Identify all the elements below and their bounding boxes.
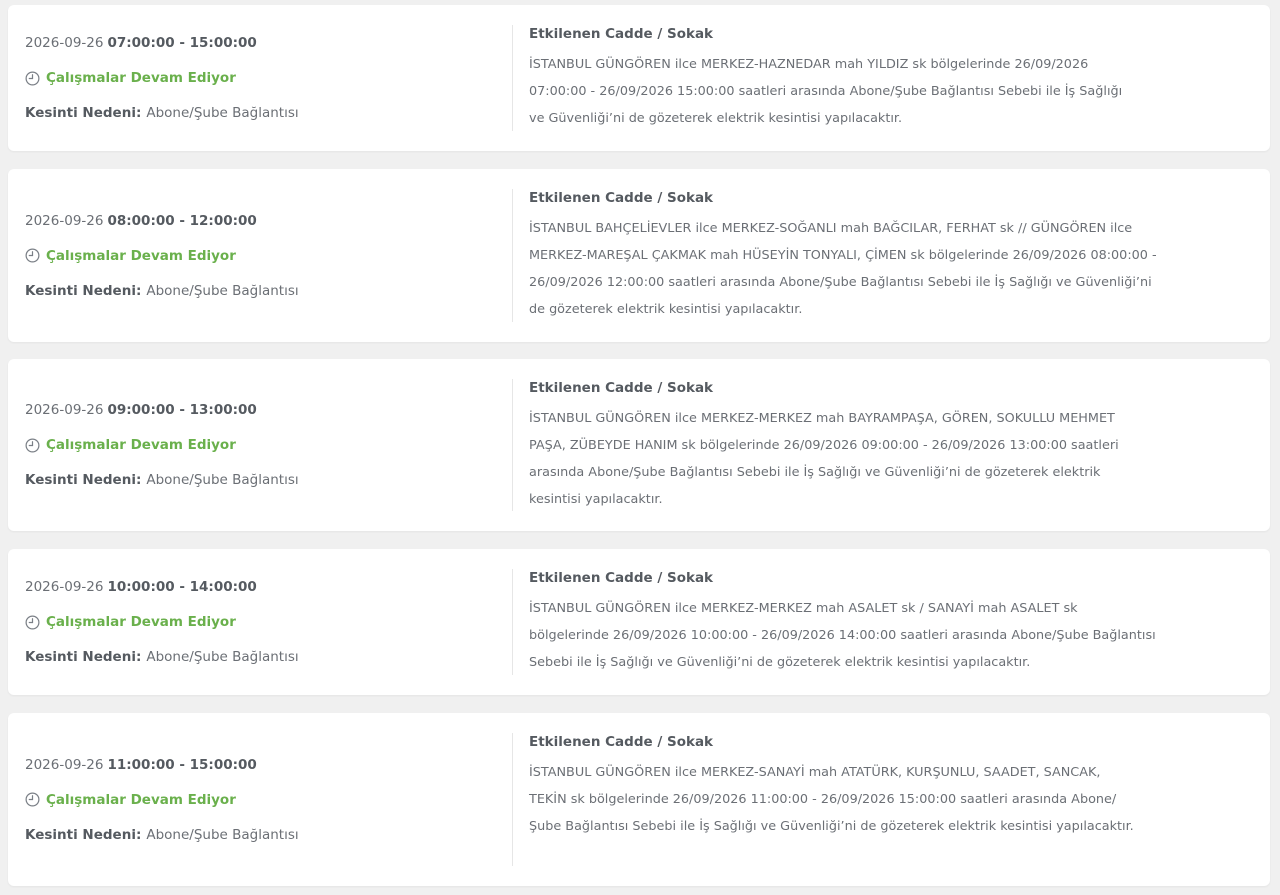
outage-datetime: 2026-09-26 11:00:00 - 15:00:00 <box>25 747 299 782</box>
clock-icon <box>25 792 40 807</box>
outage-reason-label: Kesinti Nedeni: <box>25 105 142 121</box>
outage-status: Çalışmalar Devam Ediyor <box>46 791 236 808</box>
outage-time-range: 09:00:00 - 13:00:00 <box>107 402 257 418</box>
clock-icon <box>25 248 40 263</box>
outage-reason-label: Kesinti Nedeni: <box>25 649 142 665</box>
outage-status-row: Çalışmalar Devam Ediyor <box>25 782 299 817</box>
outage-date: 2026-09-26 <box>25 402 104 418</box>
clock-icon <box>25 71 40 85</box>
affected-streets-title: Etkilenen Cadde / Sokak <box>529 190 714 206</box>
outage-status-row: Çalışmalar Devam Ediyor <box>25 238 299 273</box>
outage-reason-row: Kesinti Nedeni: Abone/Şube Bağlantısı <box>25 640 299 675</box>
outage-reason: Abone/Şube Bağlantısı <box>146 472 299 488</box>
affected-streets-title: Etkilenen Cadde / Sokak <box>529 570 714 586</box>
outage-summary: 2026-09-26 08:00:00 - 12:00:00 Çalışmala… <box>25 169 299 342</box>
outage-time-range: 07:00:00 - 15:00:00 <box>107 35 257 51</box>
outage-date: 2026-09-26 <box>25 35 104 51</box>
affected-streets-title: Etkilenen Cadde / Sokak <box>529 380 714 396</box>
clock-icon <box>25 615 40 629</box>
outage-status: Çalışmalar Devam Ediyor <box>46 437 236 453</box>
affected-streets: Etkilenen Cadde / Sokak İSTANBUL GÜNGÖRE… <box>529 379 1169 513</box>
card-divider <box>512 569 513 675</box>
outage-reason: Abone/Şube Bağlantısı <box>146 649 299 665</box>
affected-streets: Etkilenen Cadde / Sokak İSTANBUL BAHÇELİ… <box>529 189 1169 323</box>
outage-time-range: 10:00:00 - 14:00:00 <box>107 579 257 595</box>
card-divider <box>512 379 513 511</box>
affected-streets-description: İSTANBUL GÜNGÖREN ilce MERKEZ-SANAYİ mah… <box>529 765 1134 834</box>
affected-streets-description: İSTANBUL GÜNGÖREN ilce MERKEZ-HAZNEDAR m… <box>529 57 1123 126</box>
affected-streets-description: İSTANBUL GÜNGÖREN ilce MERKEZ-MERKEZ mah… <box>529 601 1156 670</box>
outage-list: 2026-09-26 07:00:00 - 15:00:00 Çalışmala… <box>0 0 1280 895</box>
outage-reason-row: Kesinti Nedeni: Abone/Şube Bağlantısı <box>25 463 299 498</box>
affected-streets-title: Etkilenen Cadde / Sokak <box>529 26 714 42</box>
outage-card: 2026-09-26 07:00:00 - 15:00:00 Çalışmala… <box>8 5 1270 151</box>
outage-status: Çalışmalar Devam Ediyor <box>46 614 236 630</box>
outage-date: 2026-09-26 <box>25 756 104 773</box>
outage-datetime: 2026-09-26 07:00:00 - 15:00:00 <box>25 26 299 61</box>
outage-date: 2026-09-26 <box>25 579 104 595</box>
outage-summary: 2026-09-26 11:00:00 - 15:00:00 Çalışmala… <box>25 713 299 886</box>
outage-status-row: Çalışmalar Devam Ediyor <box>25 428 299 463</box>
outage-summary: 2026-09-26 09:00:00 - 13:00:00 Çalışmala… <box>25 359 299 531</box>
clock-icon <box>25 438 40 452</box>
outage-time-range: 11:00:00 - 15:00:00 <box>107 756 257 773</box>
outage-reason-row: Kesinti Nedeni: Abone/Şube Bağlantısı <box>25 817 299 852</box>
card-divider <box>512 733 513 866</box>
outage-status-row: Çalışmalar Devam Ediyor <box>25 61 299 96</box>
outage-reason-label: Kesinti Nedeni: <box>25 826 142 843</box>
outage-reason-label: Kesinti Nedeni: <box>25 472 142 488</box>
outage-status: Çalışmalar Devam Ediyor <box>46 70 236 86</box>
outage-reason: Abone/Şube Bağlantısı <box>146 282 299 299</box>
outage-status-row: Çalışmalar Devam Ediyor <box>25 605 299 640</box>
outage-reason: Abone/Şube Bağlantısı <box>146 105 299 121</box>
outage-card: 2026-09-26 08:00:00 - 12:00:00 Çalışmala… <box>8 169 1270 342</box>
outage-reason-row: Kesinti Nedeni: Abone/Şube Bağlantısı <box>25 273 299 308</box>
outage-time-range: 08:00:00 - 12:00:00 <box>107 212 257 229</box>
card-divider <box>512 189 513 322</box>
affected-streets: Etkilenen Cadde / Sokak İSTANBUL GÜNGÖRE… <box>529 25 1169 132</box>
outage-reason-row: Kesinti Nedeni: Abone/Şube Bağlantısı <box>25 96 299 131</box>
outage-datetime: 2026-09-26 10:00:00 - 14:00:00 <box>25 570 299 605</box>
outage-reason-label: Kesinti Nedeni: <box>25 282 142 299</box>
outage-reason: Abone/Şube Bağlantısı <box>146 826 299 843</box>
affected-streets: Etkilenen Cadde / Sokak İSTANBUL GÜNGÖRE… <box>529 569 1169 676</box>
outage-summary: 2026-09-26 10:00:00 - 14:00:00 Çalışmala… <box>25 549 299 695</box>
outage-card: 2026-09-26 10:00:00 - 14:00:00 Çalışmala… <box>8 549 1270 695</box>
outage-date: 2026-09-26 <box>25 212 104 229</box>
outage-card: 2026-09-26 09:00:00 - 13:00:00 Çalışmala… <box>8 359 1270 531</box>
outage-card: 2026-09-26 11:00:00 - 15:00:00 Çalışmala… <box>8 713 1270 886</box>
outage-status: Çalışmalar Devam Ediyor <box>46 247 236 264</box>
affected-streets-title: Etkilenen Cadde / Sokak <box>529 734 714 750</box>
card-divider <box>512 25 513 131</box>
outage-datetime: 2026-09-26 08:00:00 - 12:00:00 <box>25 203 299 238</box>
affected-streets-description: İSTANBUL BAHÇELİEVLER ilce MERKEZ-SOĞANL… <box>529 221 1157 317</box>
outage-datetime: 2026-09-26 09:00:00 - 13:00:00 <box>25 393 299 428</box>
affected-streets-description: İSTANBUL GÜNGÖREN ilce MERKEZ-MERKEZ mah… <box>529 411 1119 507</box>
affected-streets: Etkilenen Cadde / Sokak İSTANBUL GÜNGÖRE… <box>529 733 1169 840</box>
outage-summary: 2026-09-26 07:00:00 - 15:00:00 Çalışmala… <box>25 5 299 151</box>
